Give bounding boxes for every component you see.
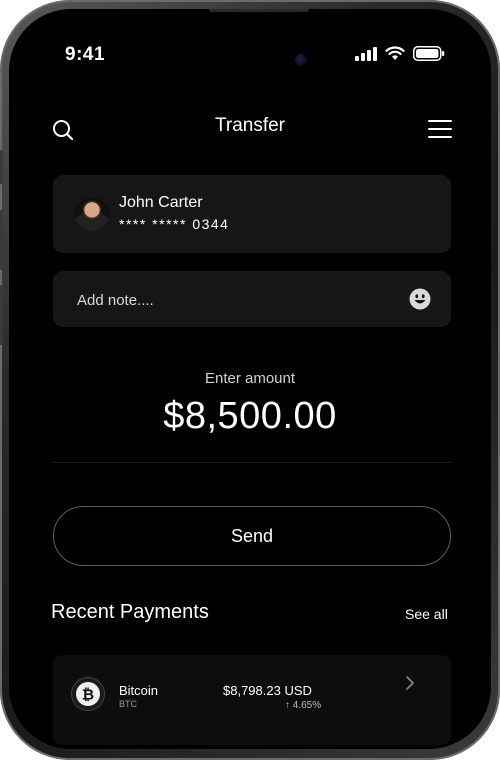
battery-icon xyxy=(413,46,445,61)
send-button[interactable]: Send xyxy=(53,506,451,566)
divider xyxy=(53,462,451,463)
status-time: 9:41 xyxy=(65,44,106,65)
note-field-container xyxy=(53,271,451,329)
coin-name: Bitcoin xyxy=(119,683,159,698)
cellular-signal-icon xyxy=(355,46,377,61)
status-icons xyxy=(355,46,445,61)
amount-value[interactable]: $8,500.00 xyxy=(9,395,491,438)
recipient-card[interactable]: John Carter **** ***** 0344 xyxy=(53,175,451,253)
page-title: Transfer xyxy=(214,115,286,136)
see-all-link[interactable]: See all xyxy=(405,606,448,622)
wifi-icon xyxy=(385,46,405,60)
recent-payments-title: Recent Payments xyxy=(51,601,209,623)
chevron-right-icon[interactable] xyxy=(405,675,415,691)
svg-text:₿: ₿ xyxy=(82,687,94,704)
list-item[interactable]: ₿ Bitcoin BTC $8,798.23 USD ↑ 4.65% xyxy=(53,655,451,745)
recipient-card-number: **** ***** 0344 xyxy=(119,216,230,232)
coin-symbol: BTC xyxy=(119,699,137,709)
emoji-icon[interactable] xyxy=(409,288,431,310)
notch xyxy=(209,9,309,12)
phone-frame: 9:41 Transfer John Carter **** ***** 034… xyxy=(0,0,500,760)
front-camera xyxy=(295,54,307,66)
volume-down-button xyxy=(0,285,3,345)
side-button xyxy=(0,150,3,184)
amount-label: Enter amount xyxy=(204,370,296,387)
note-input[interactable] xyxy=(75,271,399,329)
phone-screen: 9:41 Transfer John Carter **** ***** 034… xyxy=(9,9,491,749)
volume-up-button xyxy=(0,210,3,270)
recipient-name: John Carter xyxy=(119,194,203,211)
menu-icon[interactable] xyxy=(427,118,453,140)
coin-price: $8,798.23 USD xyxy=(223,683,312,698)
avatar xyxy=(75,197,109,231)
